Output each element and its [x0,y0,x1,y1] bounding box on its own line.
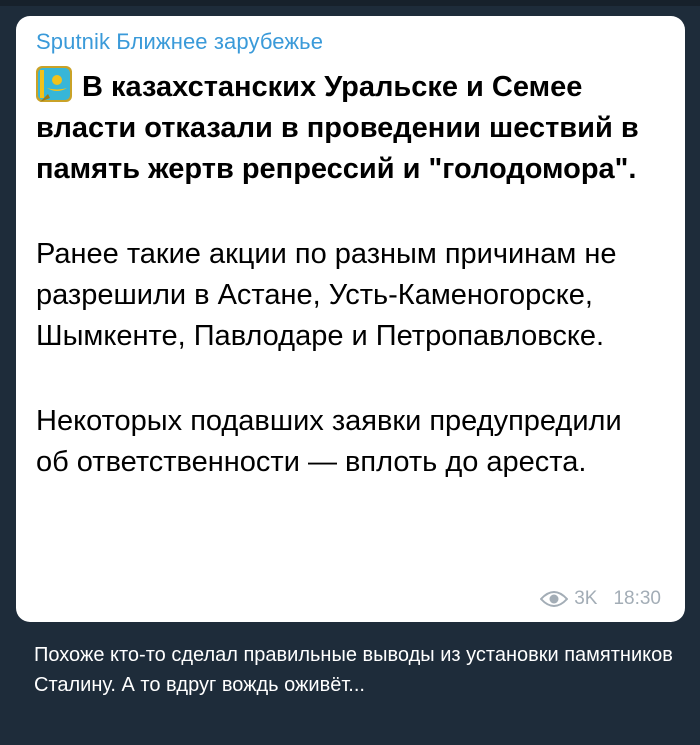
message-bubble[interactable]: Sputnik Ближнее зарубежье В казахстански… [16,16,685,622]
post-paragraph-2: Некоторых подавших заявки предупредили о… [36,405,622,478]
post-paragraph-1: Ранее такие акции по разным причинам не … [36,238,617,352]
kazakhstan-flag-icon [34,64,74,104]
channel-name[interactable]: Sputnik Ближнее зарубежье [36,28,661,56]
views-count: 3K [574,588,598,609]
eye-icon [539,590,569,608]
post-time: 18:30 [613,588,661,609]
caption-comment: Похоже кто-то сделал правильные выводы и… [34,644,673,696]
post-headline: В казахстанских Уральске и Семее власти … [36,64,661,190]
post-meta: 3K 18:30 [539,588,661,610]
post-headline-text: В казахстанских Уральске и Семее власти … [36,71,639,185]
window-top-strip [0,0,700,6]
